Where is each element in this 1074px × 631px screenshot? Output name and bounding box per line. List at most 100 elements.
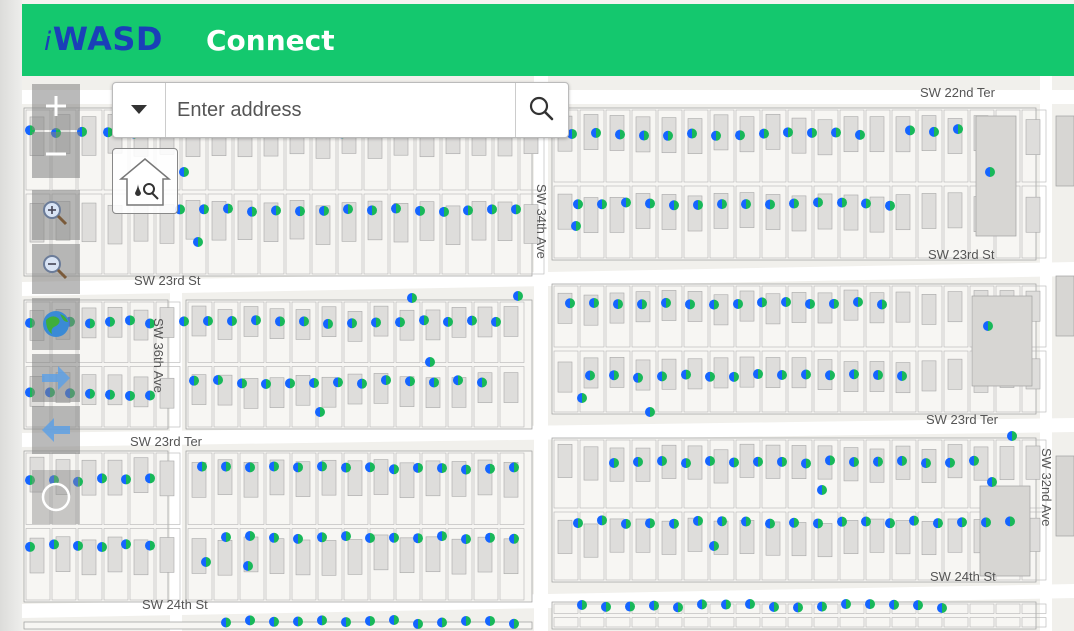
address-search-input[interactable] [175, 93, 509, 127]
water-meter-marker[interactable] [275, 316, 285, 327]
water-meter-marker[interactable] [323, 318, 333, 329]
water-meter-marker[interactable] [621, 197, 631, 208]
water-meter-marker[interactable] [245, 615, 256, 626]
water-meter-marker[interactable] [937, 602, 947, 613]
water-meter-marker[interactable] [753, 456, 763, 467]
water-meter-marker[interactable] [921, 458, 931, 469]
water-meter-marker[interactable] [73, 540, 83, 551]
water-meter-marker[interactable] [597, 515, 607, 526]
water-meter-marker[interactable] [189, 375, 199, 386]
water-meter-marker[interactable] [841, 599, 851, 610]
water-meter-marker[interactable] [649, 600, 659, 611]
water-meter-marker[interactable] [789, 198, 800, 209]
water-meter-marker[interactable] [145, 473, 155, 484]
water-meter-marker[interactable] [861, 198, 871, 209]
water-meter-marker[interactable] [105, 316, 115, 327]
water-meter-marker[interactable] [509, 533, 519, 544]
water-meter-marker[interactable] [577, 599, 587, 610]
water-meter-marker[interactable] [389, 464, 399, 475]
water-meter-marker[interactable] [573, 518, 583, 529]
water-meter-marker[interactable] [437, 617, 447, 628]
water-meter-marker[interactable] [413, 533, 424, 544]
water-meter-marker[interactable] [837, 197, 847, 208]
water-meter-marker[interactable] [987, 477, 997, 487]
water-meter-marker[interactable] [413, 462, 424, 473]
water-meter-marker[interactable] [781, 297, 791, 308]
water-meter-marker[interactable] [199, 204, 209, 215]
water-meter-marker[interactable] [85, 318, 95, 329]
water-meter-marker[interactable] [295, 206, 305, 217]
water-meter-marker[interactable] [711, 130, 722, 141]
water-meter-marker[interactable] [953, 124, 963, 135]
water-meter-marker[interactable] [777, 456, 787, 467]
water-meter-marker[interactable] [319, 205, 329, 216]
water-meter-marker[interactable] [769, 601, 780, 612]
water-meter-marker[interactable] [753, 369, 763, 380]
water-meter-marker[interactable] [97, 542, 107, 553]
water-meter-marker[interactable] [849, 369, 860, 380]
water-meter-marker[interactable] [685, 299, 695, 310]
water-meter-marker[interactable] [509, 462, 519, 473]
water-meter-marker[interactable] [759, 128, 770, 139]
water-meter-marker[interactable] [983, 321, 993, 331]
search-button[interactable] [515, 83, 568, 137]
water-meter-marker[interactable] [729, 371, 740, 382]
wasd-logo[interactable]: iWASD [44, 20, 163, 58]
water-meter-marker[interactable] [813, 518, 823, 529]
water-meter-marker[interactable] [909, 515, 920, 526]
locate-button[interactable] [32, 470, 80, 524]
water-meter-marker[interactable] [269, 461, 279, 472]
water-meter-marker[interactable] [477, 377, 487, 388]
water-meter-marker[interactable] [645, 407, 655, 417]
water-meter-marker[interactable] [513, 291, 523, 301]
water-meter-marker[interactable] [609, 370, 619, 381]
water-meter-marker[interactable] [793, 602, 803, 613]
water-meter-marker[interactable] [573, 199, 583, 210]
water-meter-marker[interactable] [437, 463, 447, 474]
water-meter-marker[interactable] [341, 462, 351, 473]
water-meter-marker[interactable] [85, 388, 95, 399]
water-meter-marker[interactable] [589, 297, 599, 308]
water-meter-marker[interactable] [197, 461, 207, 472]
water-meter-marker[interactable] [245, 531, 256, 542]
water-meter-marker[interactable] [801, 369, 811, 380]
water-meter-marker[interactable] [645, 518, 655, 529]
water-meter-marker[interactable] [669, 518, 680, 529]
water-meter-marker[interactable] [227, 315, 237, 326]
water-meter-marker[interactable] [853, 297, 863, 308]
water-meter-marker[interactable] [709, 299, 720, 310]
water-meter-marker[interactable] [805, 298, 815, 309]
water-meter-marker[interactable] [777, 369, 787, 380]
water-meter-marker[interactable] [905, 125, 915, 136]
water-meter-marker[interactable] [969, 455, 980, 466]
water-meter-marker[interactable] [251, 315, 261, 326]
water-meter-marker[interactable] [1007, 431, 1017, 441]
water-meter-marker[interactable] [865, 599, 875, 610]
water-meter-marker[interactable] [453, 375, 464, 386]
previous-extent-button[interactable] [32, 406, 80, 454]
water-meter-marker[interactable] [729, 457, 740, 468]
water-meter-marker[interactable] [783, 127, 793, 138]
water-meter-marker[interactable] [721, 599, 731, 610]
zoom-out-button[interactable] [32, 132, 80, 178]
water-meter-marker[interactable] [221, 532, 231, 543]
water-meter-marker[interactable] [849, 456, 860, 467]
water-meter-marker[interactable] [885, 518, 895, 529]
water-meter-marker[interactable] [817, 485, 827, 495]
water-meter-marker[interactable] [591, 127, 601, 138]
map-canvas[interactable]: SW 22nd Ter SW 23rd St SW 23rd St SW 23r… [22, 76, 1074, 631]
water-meter-marker[interactable] [745, 599, 755, 610]
water-meter-marker[interactable] [687, 128, 697, 139]
water-meter-marker[interactable] [855, 129, 865, 140]
water-meter-marker[interactable] [223, 203, 233, 214]
water-meter-marker[interactable] [825, 370, 835, 381]
zoom-in-box-button[interactable] [32, 190, 80, 240]
water-meter-marker[interactable] [485, 463, 495, 474]
water-meter-marker[interactable] [439, 206, 449, 217]
water-meter-marker[interactable] [347, 318, 357, 329]
water-meter-marker[interactable] [681, 369, 691, 380]
water-meter-marker[interactable] [381, 375, 391, 386]
water-meter-marker[interactable] [597, 199, 607, 210]
water-meter-marker[interactable] [681, 458, 691, 469]
water-meter-marker[interactable] [657, 456, 667, 467]
